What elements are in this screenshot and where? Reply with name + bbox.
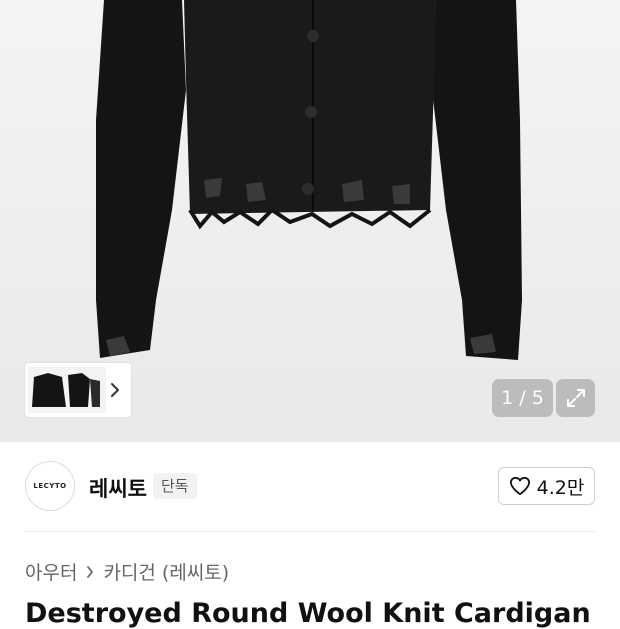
- like-count: 4.2만: [536, 476, 585, 499]
- heart-icon: [509, 476, 530, 496]
- exclusive-badge: 단독: [153, 473, 197, 499]
- divider: [25, 531, 595, 532]
- like-button[interactable]: 4.2만: [498, 467, 595, 505]
- expand-button[interactable]: [556, 379, 595, 417]
- chevron-right-icon[interactable]: [107, 378, 123, 402]
- chevron-right-icon: [85, 564, 95, 580]
- product-title: Destroyed Round Wool Knit Cardigan [Blac: [25, 598, 595, 629]
- thumbnail-strip[interactable]: [25, 363, 131, 417]
- breadcrumb: 아우터 카디건 (레씨토): [25, 558, 229, 585]
- thumbnail-image[interactable]: [28, 367, 106, 413]
- brand-logo[interactable]: LECYTO: [25, 461, 75, 511]
- breadcrumb-subcategory[interactable]: 카디건 (레씨토): [103, 558, 229, 585]
- brand-name[interactable]: 레씨토: [89, 473, 147, 503]
- expand-icon: [566, 389, 585, 407]
- brand-row: LECYTO 레씨토 단독 4.2만: [0, 442, 620, 532]
- page-indicator: 1 / 5: [492, 379, 553, 417]
- breadcrumb-category[interactable]: 아우터: [25, 558, 77, 585]
- product-image-gallery[interactable]: 1 / 5: [0, 0, 620, 442]
